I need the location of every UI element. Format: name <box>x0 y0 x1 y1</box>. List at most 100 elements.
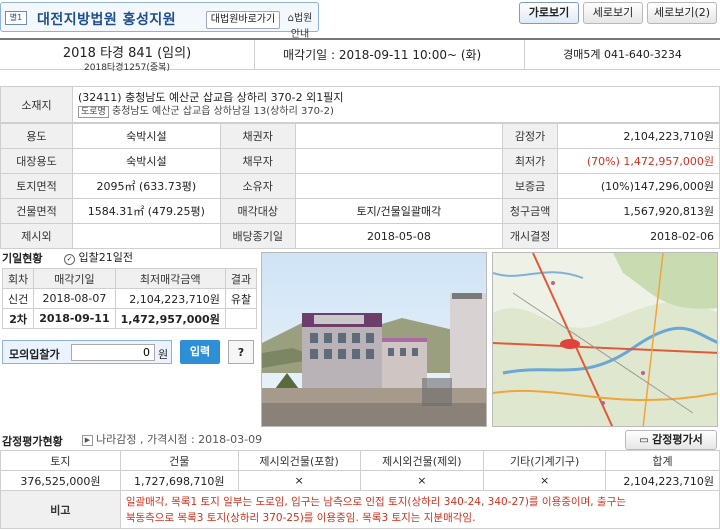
location-map[interactable] <box>492 252 718 427</box>
court-name: 대전지방법원 홍성지원 <box>37 12 177 28</box>
clock-icon: ✓ <box>64 254 75 265</box>
info-value <box>294 173 504 199</box>
info-row: 대장용도 숙박시설 채무자 최저가 (70%) 1,472,957,000원 <box>0 148 720 174</box>
d-day: ✓ 입찰21일전 <box>64 249 133 265</box>
info-label: 제시외 <box>0 223 73 249</box>
info-value: 1,567,920,813원 <box>557 198 720 224</box>
mock-bid: 모의입찰가 원 입력 ? <box>2 340 254 366</box>
info-label: 대장용도 <box>0 148 73 174</box>
info-label: 보증금 <box>502 173 559 199</box>
info-label: 개시결정 <box>502 223 559 249</box>
note-line: 북동측으로 목록3 토지(상하리 370-25)를 이용중임. 목록3 토지는 … <box>125 511 476 524</box>
appraisal-extra-out: × <box>359 470 485 491</box>
history-header-result: 결과 <box>224 268 258 289</box>
case-sub-number: 2018타경1257(중복) <box>84 63 170 73</box>
note-line: 일괄매각, 목록1 토지 일부는 도로임, 입구는 남측으로 인접 토지(상하리… <box>125 495 626 508</box>
appraisal-header-total: 합계 <box>605 450 720 471</box>
court-badge: 별1 <box>5 11 27 25</box>
info-value: 토지/건물일괄매각 <box>294 198 504 224</box>
info-label: 최저가 <box>502 148 559 174</box>
info-label: 토지면적 <box>0 173 73 199</box>
info-value: 2018-05-08 <box>294 223 504 249</box>
appraisal-other: × <box>483 470 607 491</box>
info-label: 매각대상 <box>219 198 296 224</box>
info-label: 배당종기일 <box>219 223 296 249</box>
document-icon: ▭ <box>639 435 653 446</box>
location-label: 소재지 <box>0 86 73 123</box>
info-label: 채무자 <box>219 148 296 174</box>
court-info-button[interactable]: ⌂법원안내 <box>284 11 316 40</box>
property-photo[interactable] <box>261 252 487 427</box>
info-table: 용도 숙박시설 채권자 감정가 2,104,223,710원 대장용도 숙박시설 채무자 최저가… <box>0 123 720 249</box>
history-round: 2차 <box>1 308 35 329</box>
history-date: 2018-09-11 <box>33 308 116 329</box>
info-label: 감정가 <box>502 123 559 149</box>
history-result: 유찰 <box>224 288 258 309</box>
court-box: 별1 대전지방법원 홍성지원 대법원바로가기 ⌂법원안내 <box>0 2 319 40</box>
appraisal-table: 토지 건물 제시외건물(포함) 제시외건물(제외) 기타(기계기구) 합계 37… <box>0 450 720 529</box>
appraisal-header-extra-out: 제시외건물(제외) <box>359 450 485 471</box>
case-number-cell: 2018 타경 841 (임의) 2018타경1257(중복) <box>0 40 255 73</box>
info-label: 소유자 <box>219 173 296 199</box>
history-header-date: 매각기일 <box>33 268 116 289</box>
info-label: 용도 <box>0 123 73 149</box>
history-title: 기일현황 <box>2 252 43 265</box>
map-marker-icon <box>560 339 580 349</box>
appraisal-source: ▶ 나라감정 , 가격시점 : 2018-03-09 <box>82 431 262 447</box>
view-horizontal-button[interactable]: 가로보기 <box>519 2 579 24</box>
dept-phone: 경매5계 041-640-3234 <box>563 48 682 61</box>
history-round: 신건 <box>1 288 35 309</box>
arrow-right-icon: ▶ <box>82 434 93 446</box>
appraisal-report-button[interactable]: ▭ 감정평가서 <box>625 430 717 450</box>
info-row: 용도 숙박시설 채권자 감정가 2,104,223,710원 <box>0 123 720 149</box>
info-label: 건물면적 <box>0 198 73 224</box>
road-tag: 도로명 <box>78 105 109 118</box>
mock-bid-submit-button[interactable]: 입력 <box>180 340 220 364</box>
sale-date: 매각기일 : 2018-09-11 10:00~ (화) <box>255 40 525 70</box>
note-label: 비고 <box>0 490 121 529</box>
case-row: 2018 타경 841 (임의) 2018타경1257(중복) 매각기일 : 2… <box>0 38 720 73</box>
info-row: 제시외 배당종기일 2018-05-08 개시결정 2018-02-06 <box>0 223 720 249</box>
header-bar: 별1 대전지방법원 홍성지원 대법원바로가기 ⌂법원안내 가로보기 세로보기 세… <box>0 0 720 40</box>
view-vertical-button[interactable]: 세로보기 <box>583 2 643 24</box>
road-address: 충청남도 예산군 삽교읍 상하남길 13(상하리 370-2) <box>112 105 334 117</box>
building-photo-image <box>262 253 486 426</box>
info-value: 숙박시설 <box>71 123 221 149</box>
map-image <box>493 253 717 426</box>
info-value: 2095㎡ (633.73평) <box>71 173 221 199</box>
note-text: 일괄매각, 목록1 토지 일부는 도로임, 입구는 남측으로 인접 토지(상하리… <box>119 490 720 529</box>
appraisal-header-extra-in: 제시외건물(포함) <box>237 450 361 471</box>
info-row: 건물면적 1584.31㎡ (479.25평) 매각대상 토지/건물일괄매각 청구금액 1… <box>0 198 720 224</box>
mock-bid-input[interactable] <box>71 344 155 361</box>
appraisal-land: 376,525,000원 <box>0 470 121 491</box>
appraisal-building: 1,727,698,710원 <box>119 470 239 491</box>
appraisal-header-building: 건물 <box>119 450 239 471</box>
history-header-price: 최저매각금액 <box>114 268 226 289</box>
address: (32411) 충청남도 예산군 삽교읍 상하리 370-2 외1필지 <box>78 90 344 104</box>
info-value: (70%) 1,472,957,000원 <box>557 148 720 174</box>
appraisal-extra-in: × <box>237 470 361 491</box>
history-table: 회차 매각기일 최저매각금액 결과 신건 2018-08-07 2,104,22… <box>1 268 258 329</box>
info-value: 2,104,223,710원 <box>557 123 720 149</box>
mock-bid-box: 모의입찰가 원 <box>2 340 172 364</box>
history-result <box>224 308 258 329</box>
info-value: (10%)147,296,000원 <box>557 173 720 199</box>
court-home-button[interactable]: 대법원바로가기 <box>206 11 280 29</box>
info-value: 1584.31㎡ (479.25평) <box>71 198 221 224</box>
location-table: 소재지 (32411) 충청남도 예산군 삽교읍 상하리 370-2 외1필지 … <box>0 86 720 123</box>
history-row: 2차 2018-09-11 1,472,957,000원 <box>1 308 258 329</box>
appraisal-title: 감정평가현황 <box>2 435 63 448</box>
info-value <box>71 223 221 249</box>
info-label: 채권자 <box>219 123 296 149</box>
appraisal-total: 2,104,223,710원 <box>605 470 720 491</box>
mock-bid-unit: 원 <box>158 348 169 361</box>
view-vertical2-button[interactable]: 세로보기(2) <box>647 2 717 24</box>
history-price: 1,472,957,000원 <box>114 308 226 329</box>
info-value: 2018-02-06 <box>557 223 720 249</box>
mock-bid-label: 모의입찰가 <box>9 348 60 361</box>
appraisal-header-land: 토지 <box>0 450 121 471</box>
info-value <box>294 148 504 174</box>
help-button[interactable]: ? <box>228 340 254 364</box>
history-date: 2018-08-07 <box>33 288 116 309</box>
appraisal-header-other: 기타(기계기구) <box>483 450 607 471</box>
